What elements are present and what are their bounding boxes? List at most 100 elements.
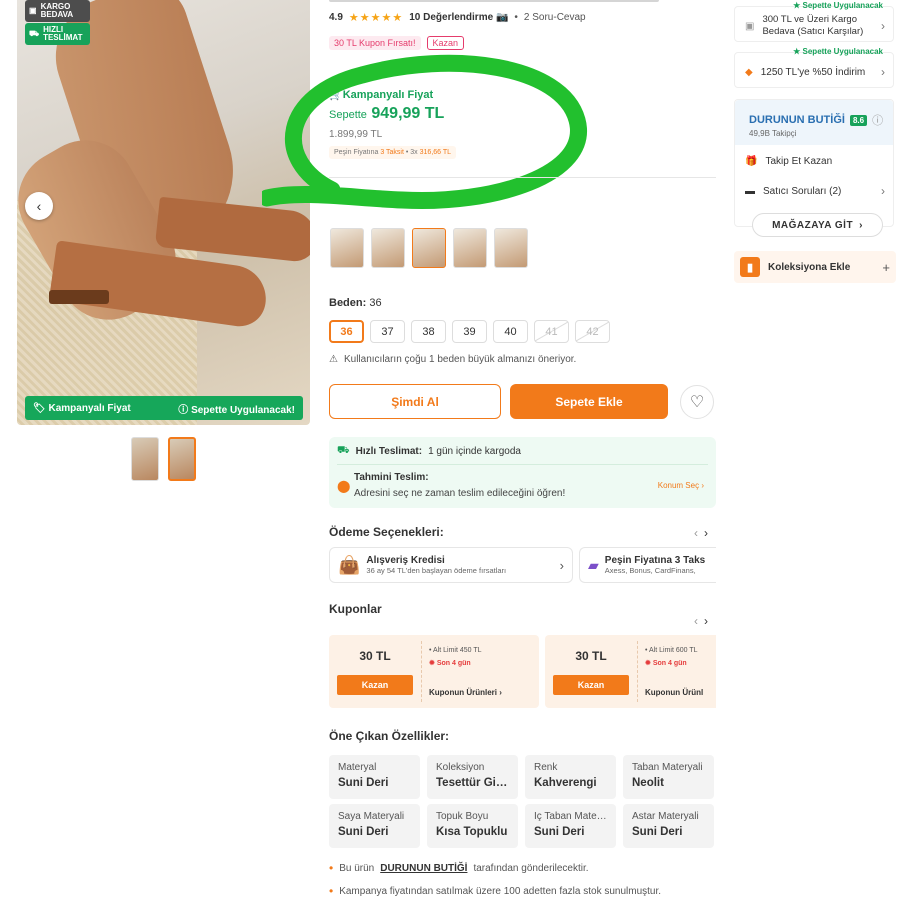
chevron-right-icon: › [881,184,885,198]
size-option-41-unavailable[interactable]: 41 [534,320,569,343]
seller-note-suffix: tarafından gönderilecektir. [473,862,589,874]
chevron-left-icon[interactable]: ‹ [694,614,704,628]
payment-card-title: Alışveriş Kredisi [366,555,445,566]
coupon-products-link[interactable]: Kuponun Ürünl [645,688,703,697]
rating-row: 4.9 ★★★★★ 10 Değerlendirme 📷 • 2 Soru-Ce… [329,11,586,24]
feature-cell: Topuk Boyu Kısa Topuklu [427,804,518,848]
coupon-amount: 30 TL [359,649,391,663]
applied-in-cart-tag: ★ Sepette Uygulanacak [793,1,883,10]
chevron-right-icon[interactable]: › [704,526,714,540]
feature-key: Koleksiyon [436,762,485,773]
select-location-label: Konum Seç [657,481,700,490]
fast-delivery-text: 1 gün içinde kargoda [428,446,521,457]
coupon-earn-button[interactable]: Kazan [553,675,629,695]
go-to-store-button[interactable]: MAĞAZAYA GİT › [752,213,883,237]
seller-box: DURUNUN BUTİĞİ 8.6 ⓘ 49,9B Takipçi 🎁 Takip … [734,99,894,237]
campaign-price-bar: 🏷 Kampanyalı Fiyat ⓘ Sepette Uygulanacak… [25,396,303,420]
promo-discount[interactable]: ★ Sepette Uygulanacak ◆ 1250 TL'ye %50 İn… [734,47,894,88]
size-option-36[interactable]: 36 [329,320,364,343]
feature-cell: Saya Materyali Suni Deri [329,804,420,848]
feature-value: Suni Deri [338,777,389,789]
seller-questions-row[interactable]: ▬ Satıcı Soruları (2) › [745,184,885,198]
size-option-42-unavailable[interactable]: 42 [575,320,610,343]
coupon-products-label: Kuponun Ürünleri [429,688,497,697]
variant-thumbnail-selected[interactable] [412,228,446,268]
feature-cell: Renk Kahverengi [525,755,616,799]
reviews-link[interactable]: 10 Değerlendirme 📷 [409,12,508,23]
add-to-collection-button[interactable]: ▮ Koleksiyona Ekle + [734,251,896,283]
chevron-left-icon: ‹ [36,198,42,214]
coupon-card: 30 TL Kazan • Alt Limit 450 TL ✹ Son 4 g… [329,635,539,708]
coupon-limit-text: Alt Limit 450 TL [433,647,482,654]
chevron-right-icon: › [881,65,885,79]
dot-separator: • [514,12,518,23]
size-heading: Beden: 36 [329,297,382,309]
size-option-37[interactable]: 37 [370,320,405,343]
seller-score-badge: 8.6 [849,114,868,126]
payment-card-title: Peşin Fiyatına 3 Taks [604,555,706,566]
favorite-button[interactable]: ♡ [680,385,714,419]
reviews-count: 10 Değerlendirme [409,12,494,23]
go-to-store-label: MAĞAZAYA GİT [772,219,854,231]
coupon-earn-button[interactable]: Kazan [337,675,413,695]
feature-key: Materyal [338,762,377,773]
applied-tag-text: Sepette Uygulanacak [802,1,883,10]
divider [329,177,716,178]
feature-value: Kısa Topuklu [436,826,508,838]
camera-icon: 📷 [495,12,509,23]
feature-value: Suni Deri [338,826,389,838]
select-location-link[interactable]: Konum Seç › [658,481,704,490]
divider [337,464,708,465]
variant-thumbnail[interactable] [371,228,405,268]
fast-delivery-label: HIZLI TESLİMAT [43,25,83,42]
variant-thumbnail[interactable] [453,228,487,268]
feature-cell: Taban Materyali Neolit [623,755,714,799]
feature-key: İç Taban Materyali [534,811,607,822]
seller-note-prefix: Bu ürün [339,862,375,874]
payment-card-installment[interactable]: ▰ Peşin Fiyatına 3 Taks Axess, Bonus, Car… [579,547,716,583]
follow-earn-row[interactable]: 🎁 Takip Et Kazan [745,156,885,167]
coupon-card: 30 TL Kazan • Alt Limit 600 TL ✹ Son 4 g… [545,635,716,708]
coupon-carousel-arrows[interactable]: ‹› [694,614,714,628]
fast-delivery-row: ⛟ Hızlı Teslimat: 1 gün içinde kargoda [337,445,521,458]
buy-now-button[interactable]: Şimdi Al [329,384,501,419]
info-icon: ⓘ [872,115,884,127]
shipping-info-box: ⛟ Hızlı Teslimat: 1 gün içinde kargoda ⬤ T… [329,437,716,508]
coupon-limit-text: Alt Limit 600 TL [649,647,698,654]
variant-thumbnail[interactable] [494,228,528,268]
qa-link[interactable]: 2 Soru-Cevap [524,12,586,23]
credit-card-icon: ▰ [588,556,599,573]
chevron-right-icon: › [859,219,863,231]
feature-cell: Astar Materyali Suni Deri [623,804,714,848]
chevron-right-icon[interactable]: › [704,614,714,628]
coupon-deadline-text: Son 4 gün [436,660,471,667]
feature-value: Suni Deri [632,826,683,838]
location-pin-icon: ⬤ [337,479,351,493]
variant-thumbnail[interactable] [330,228,364,268]
size-recommendation: ⚠ Kullanıcıların çoğu 1 beden büyük alman… [329,354,576,365]
prev-image-button[interactable]: ‹ [25,192,53,220]
payment-carousel-arrows[interactable]: ‹› [694,526,714,540]
coupon-products-link[interactable]: Kuponun Ürünleri › [429,688,502,697]
truck-icon: ⛟ [29,29,40,38]
chevron-left-icon[interactable]: ‹ [694,526,704,540]
seller-link[interactable]: DURUNUN BUTİĞİ [380,863,467,874]
coupon-amount: 30 TL [575,649,607,663]
chat-icon: ▬ [745,185,755,197]
size-option-38[interactable]: 38 [411,320,446,343]
image-thumbnail-selected[interactable] [168,437,196,481]
coupon-limit: • Alt Limit 450 TL [429,647,482,654]
payment-card-credit[interactable]: 👜 Alışveriş Kredisi 36 ay 54 TL'den başla… [329,547,573,583]
image-thumbnail[interactable] [131,437,159,481]
payment-options-title: Ödeme Seçenekleri: [329,525,444,539]
tag-icon: 🏷 [33,402,49,414]
seller-header[interactable]: DURUNUN BUTİĞİ 8.6 ⓘ 49,9B Takipçi [735,100,893,145]
add-to-cart-button[interactable]: Sepete Ekle [510,384,668,419]
size-option-40[interactable]: 40 [493,320,528,343]
box-icon: ▣ [29,6,37,15]
feature-value: Tesettür Giyim [436,777,509,789]
promo-free-shipping[interactable]: ★ Sepette Uygulanacak ▣ 300 TL ve Üzeri K… [734,1,894,42]
feature-key: Topuk Boyu [436,811,489,822]
heart-icon: ♡ [689,394,705,411]
size-option-39[interactable]: 39 [452,320,487,343]
